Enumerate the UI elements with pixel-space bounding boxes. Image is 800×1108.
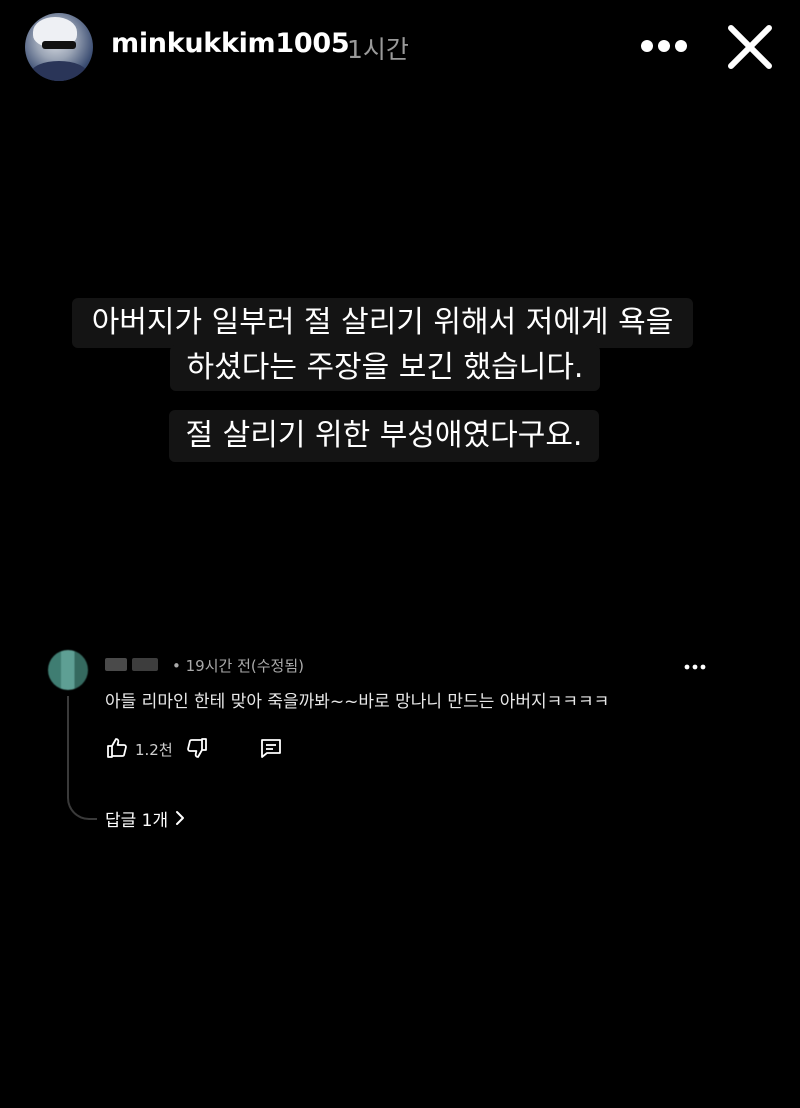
thread-connector (67, 696, 97, 820)
more-horizontal-icon (641, 40, 687, 52)
like-count: 1.2천 (135, 741, 173, 759)
view-replies-link[interactable]: 답글 1개 (105, 806, 186, 831)
close-button[interactable] (722, 19, 778, 75)
dislike-button[interactable] (183, 734, 211, 762)
thumbs-up-icon (107, 738, 127, 758)
post-time: 1시간 (347, 35, 409, 64)
thumbs-down-icon (187, 738, 207, 758)
avatar-glasses (42, 41, 76, 49)
story-caption-line-2: 하셨다는 주장을 보긴 했습니다. (170, 345, 600, 391)
more-options-button[interactable] (636, 30, 692, 62)
comment-meta: • 19시간 전(수정됨) (172, 657, 304, 675)
like-button[interactable] (103, 734, 131, 762)
commenter-name-redacted (105, 656, 165, 674)
story-caption-line-3: 절 살리기 위한 부성애였다구요. (169, 410, 599, 462)
comment-text: 아들 리마인 한테 맞아 죽을까봐~~바로 망나니 만드는 아버지ㅋㅋㅋㅋ (105, 692, 610, 712)
more-horizontal-icon (684, 664, 706, 670)
story-caption-line-1: 아버지가 일부러 절 살리기 위해서 저에게 욕을 (72, 298, 693, 348)
story-screen: minkukkim1005 1시간 아버지가 일부러 절 살리기 위해서 저에게… (0, 0, 800, 1108)
avatar-collar (31, 61, 87, 81)
comment-actions: 1.2천 (103, 734, 363, 762)
commenter-avatar (48, 650, 88, 690)
close-icon (728, 25, 772, 69)
replies-label: 답글 1개 (105, 810, 169, 831)
profile-avatar[interactable] (25, 13, 93, 81)
chevron-right-icon (174, 810, 186, 826)
comment-menu-button[interactable] (680, 660, 710, 674)
embedded-comment: • 19시간 전(수정됨) 아들 리마인 한테 맞아 죽을까봐~~바로 망나니 … (40, 640, 740, 840)
story-header: minkukkim1005 1시간 (0, 0, 800, 94)
username[interactable]: minkukkim1005 (111, 28, 350, 59)
reply-button[interactable] (257, 734, 285, 762)
comment-icon (261, 739, 281, 758)
